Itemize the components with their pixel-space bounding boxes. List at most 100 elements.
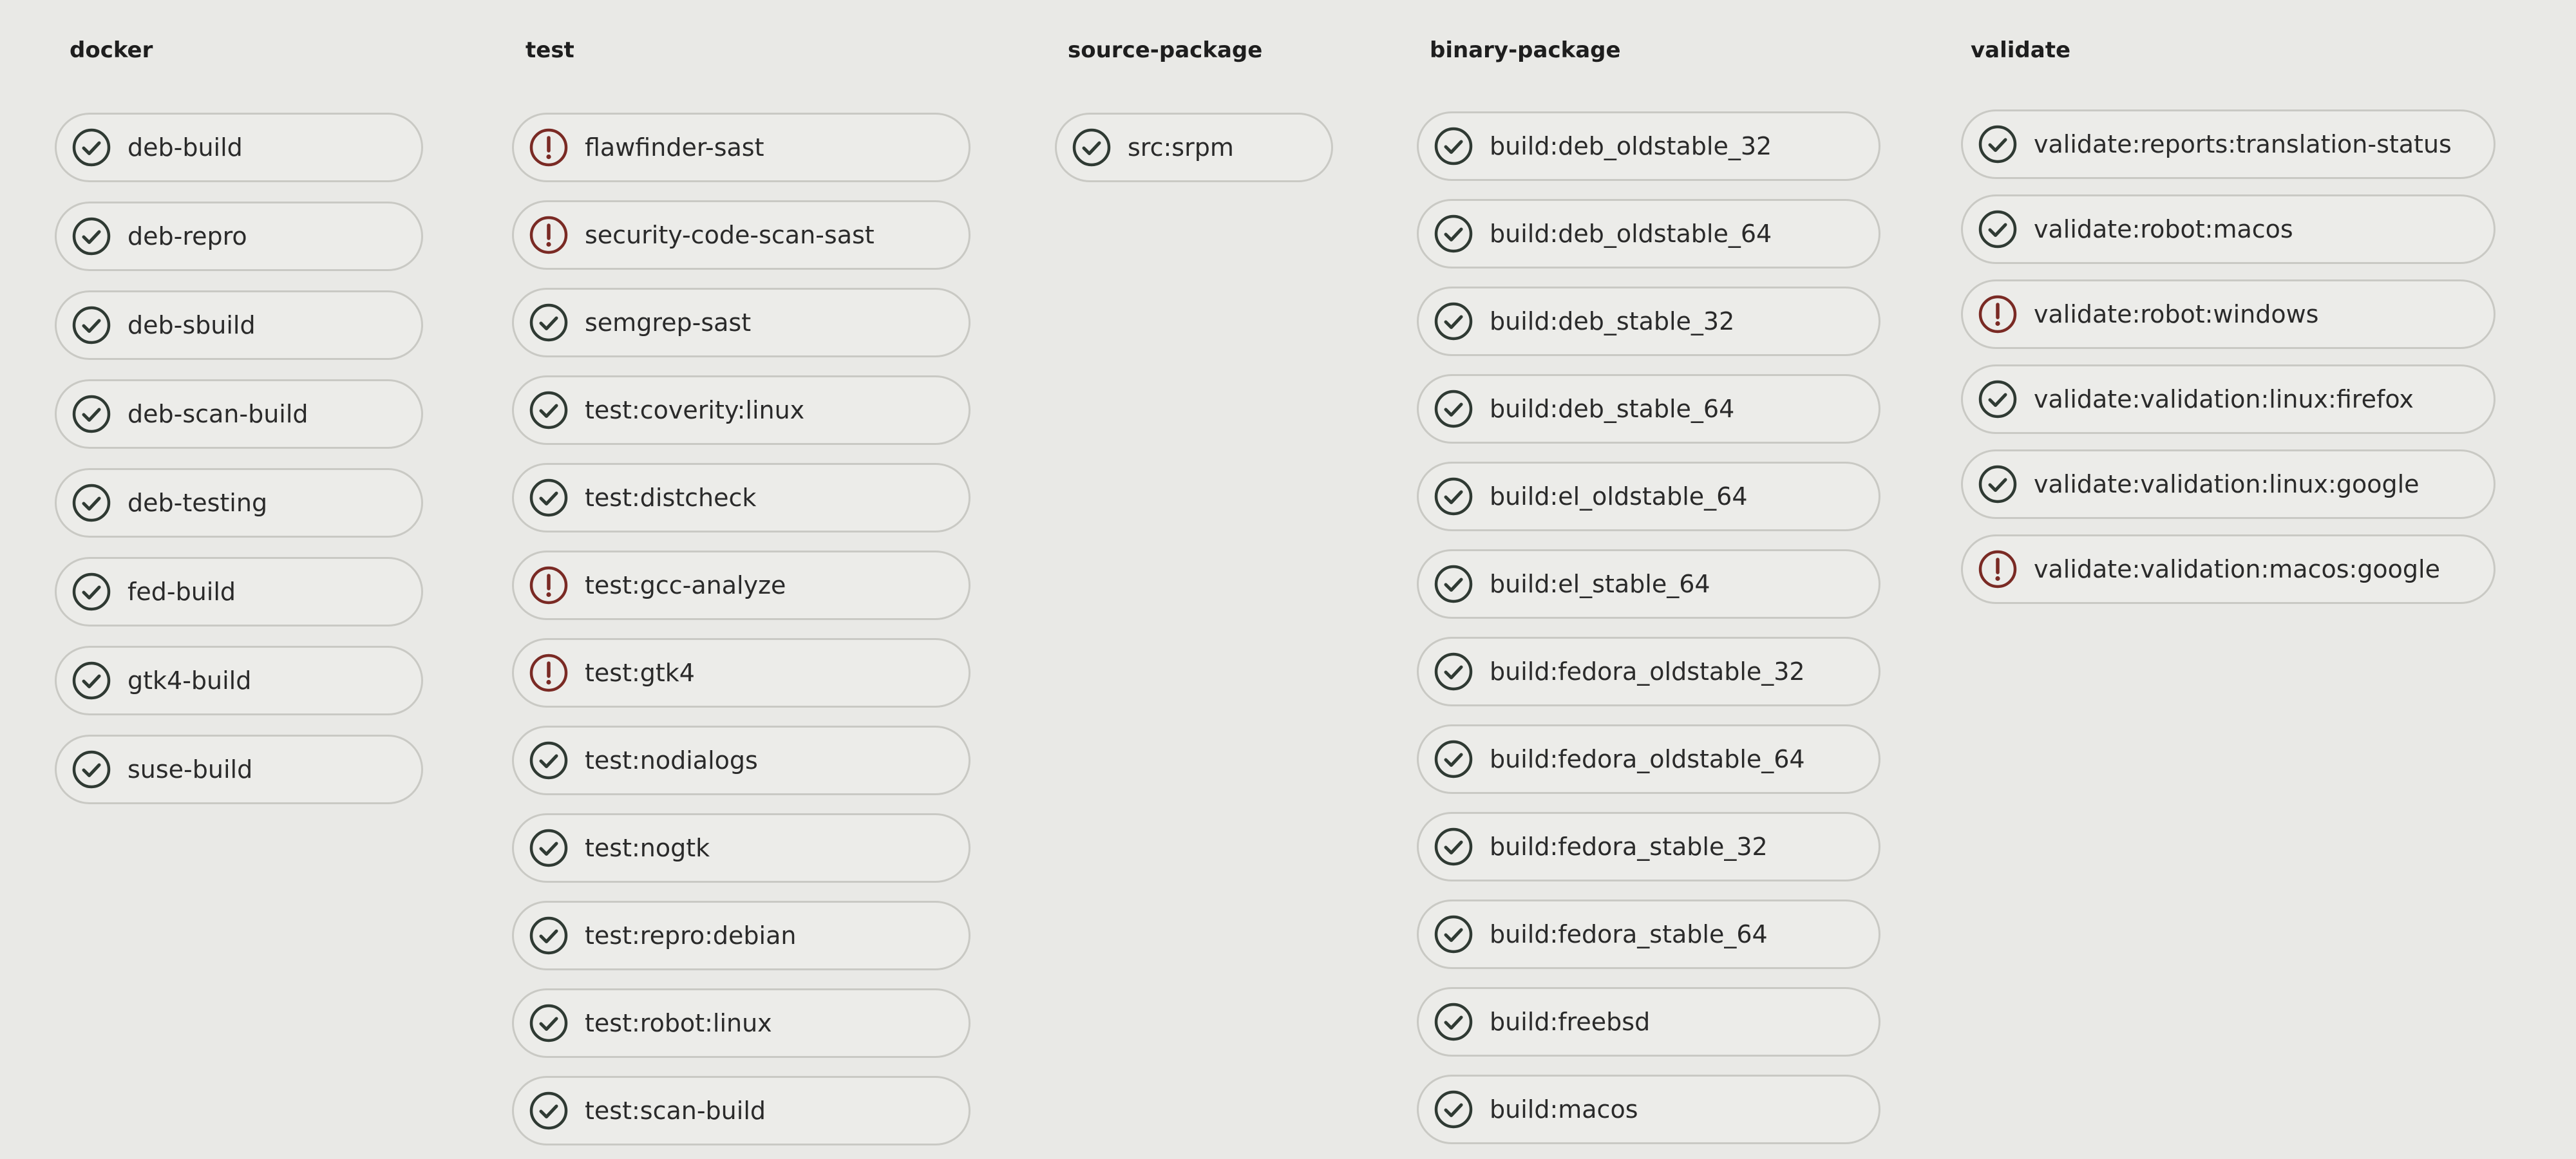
check-circle-icon bbox=[1433, 826, 1474, 867]
job-name: fed-build bbox=[128, 578, 236, 606]
stage-title-validate: validate bbox=[1971, 37, 2071, 63]
job-name: test:coverity:linux bbox=[585, 396, 805, 424]
check-circle-icon bbox=[71, 571, 112, 612]
job-name: build:fedora_stable_64 bbox=[1490, 920, 1768, 948]
check-circle-icon bbox=[1433, 914, 1474, 955]
job-pill[interactable]: validate:validation:macos:google bbox=[1961, 534, 2496, 604]
check-circle-icon bbox=[1977, 209, 2018, 250]
exclamation-circle-icon bbox=[1977, 294, 2018, 335]
job-name: test:gtk4 bbox=[585, 659, 695, 687]
job-pill[interactable]: deb-testing bbox=[55, 468, 423, 538]
job-name: validate:robot:macos bbox=[2034, 215, 2293, 243]
exclamation-circle-icon bbox=[528, 565, 569, 606]
exclamation-circle-icon bbox=[1977, 549, 2018, 590]
job-pill[interactable]: validate:validation:linux:firefox bbox=[1961, 364, 2496, 434]
job-pill[interactable]: build:fedora_stable_32 bbox=[1417, 812, 1880, 881]
job-pill[interactable]: test:scan-build bbox=[512, 1076, 971, 1145]
job-name: build:deb_stable_32 bbox=[1490, 307, 1735, 335]
job-name: test:nogtk bbox=[585, 834, 710, 862]
job-pill[interactable]: build:el_oldstable_64 bbox=[1417, 462, 1880, 531]
check-circle-icon bbox=[1977, 379, 2018, 420]
job-name: test:robot:linux bbox=[585, 1009, 772, 1037]
exclamation-circle-icon bbox=[528, 127, 569, 168]
job-pill[interactable]: test:repro:debian bbox=[512, 901, 971, 970]
job-pill[interactable]: test:distcheck bbox=[512, 463, 971, 532]
job-pill[interactable]: validate:validation:linux:google bbox=[1961, 449, 2496, 519]
job-pill[interactable]: build:macos bbox=[1417, 1075, 1880, 1144]
job-name: semgrep-sast bbox=[585, 308, 752, 337]
check-circle-icon bbox=[1433, 213, 1474, 254]
job-name: test:repro:debian bbox=[585, 921, 797, 950]
stage-title-test: test bbox=[526, 37, 574, 63]
job-pill[interactable]: validate:robot:macos bbox=[1961, 194, 2496, 264]
check-circle-icon bbox=[1433, 563, 1474, 605]
job-pill[interactable]: build:fedora_oldstable_32 bbox=[1417, 637, 1880, 706]
check-circle-icon bbox=[528, 1090, 569, 1131]
stage-title-docker: docker bbox=[70, 37, 153, 63]
job-pill[interactable]: test:gcc-analyze bbox=[512, 551, 971, 620]
job-pill[interactable]: build:deb_oldstable_64 bbox=[1417, 199, 1880, 269]
job-pill[interactable]: suse-build bbox=[55, 735, 423, 804]
job-name: build:fedora_oldstable_32 bbox=[1490, 657, 1805, 686]
check-circle-icon bbox=[1433, 126, 1474, 167]
job-pill[interactable]: gtk4-build bbox=[55, 646, 423, 715]
job-name: security-code-scan-sast bbox=[585, 221, 875, 249]
job-name: validate:reports:translation-status bbox=[2034, 130, 2452, 158]
job-pill[interactable]: validate:reports:translation-status bbox=[1961, 109, 2496, 179]
job-name: build:fedora_oldstable_64 bbox=[1490, 745, 1805, 773]
job-pill[interactable]: build:freebsd bbox=[1417, 987, 1880, 1057]
check-circle-icon bbox=[1433, 739, 1474, 780]
check-circle-icon bbox=[528, 740, 569, 781]
job-pill[interactable]: build:deb_stable_32 bbox=[1417, 287, 1880, 356]
job-pill[interactable]: security-code-scan-sast bbox=[512, 200, 971, 270]
check-circle-icon bbox=[71, 393, 112, 435]
job-name: build:el_oldstable_64 bbox=[1490, 482, 1748, 511]
check-circle-icon bbox=[528, 390, 569, 431]
check-circle-icon bbox=[1071, 127, 1112, 168]
check-circle-icon bbox=[528, 477, 569, 518]
check-circle-icon bbox=[1977, 124, 2018, 165]
job-pill[interactable]: build:el_stable_64 bbox=[1417, 549, 1880, 619]
check-circle-icon bbox=[71, 216, 112, 257]
job-pill[interactable]: flawfinder-sast bbox=[512, 113, 971, 182]
job-name: gtk4-build bbox=[128, 666, 252, 695]
job-pill[interactable]: deb-scan-build bbox=[55, 379, 423, 449]
job-name: build:freebsd bbox=[1490, 1008, 1651, 1036]
job-name: deb-build bbox=[128, 133, 243, 162]
check-circle-icon bbox=[528, 827, 569, 869]
job-pill[interactable]: test:nogtk bbox=[512, 813, 971, 883]
check-circle-icon bbox=[1433, 1089, 1474, 1130]
job-pill[interactable]: build:fedora_oldstable_64 bbox=[1417, 724, 1880, 794]
job-pill[interactable]: deb-build bbox=[55, 113, 423, 182]
job-name: suse-build bbox=[128, 755, 253, 784]
job-pill[interactable]: build:fedora_stable_64 bbox=[1417, 900, 1880, 969]
check-circle-icon bbox=[71, 482, 112, 523]
check-circle-icon bbox=[528, 915, 569, 956]
job-name: test:scan-build bbox=[585, 1097, 766, 1125]
check-circle-icon bbox=[71, 660, 112, 701]
check-circle-icon bbox=[71, 305, 112, 346]
job-name: deb-repro bbox=[128, 222, 247, 250]
check-circle-icon bbox=[71, 749, 112, 790]
job-pill[interactable]: semgrep-sast bbox=[512, 288, 971, 357]
job-name: build:deb_stable_64 bbox=[1490, 395, 1735, 423]
job-pill[interactable]: build:deb_stable_64 bbox=[1417, 374, 1880, 444]
job-name: build:deb_oldstable_64 bbox=[1490, 220, 1772, 248]
job-name: validate:robot:windows bbox=[2034, 300, 2319, 328]
job-pill[interactable]: test:gtk4 bbox=[512, 638, 971, 708]
job-pill[interactable]: test:nodialogs bbox=[512, 726, 971, 795]
job-name: src:srpm bbox=[1128, 133, 1234, 162]
job-pill[interactable]: test:coverity:linux bbox=[512, 375, 971, 445]
job-pill[interactable]: fed-build bbox=[55, 557, 423, 627]
job-pill[interactable]: validate:robot:windows bbox=[1961, 279, 2496, 349]
check-circle-icon bbox=[71, 127, 112, 168]
stage-title-binary-package: binary-package bbox=[1430, 37, 1621, 63]
job-name: test:distcheck bbox=[585, 484, 757, 512]
job-pill[interactable]: deb-repro bbox=[55, 202, 423, 271]
job-pill[interactable]: test:robot:linux bbox=[512, 988, 971, 1058]
check-circle-icon bbox=[1433, 388, 1474, 429]
job-name: validate:validation:linux:firefox bbox=[2034, 385, 2414, 413]
job-pill[interactable]: deb-sbuild bbox=[55, 290, 423, 360]
job-pill[interactable]: build:deb_oldstable_32 bbox=[1417, 111, 1880, 181]
job-pill[interactable]: src:srpm bbox=[1055, 113, 1333, 182]
